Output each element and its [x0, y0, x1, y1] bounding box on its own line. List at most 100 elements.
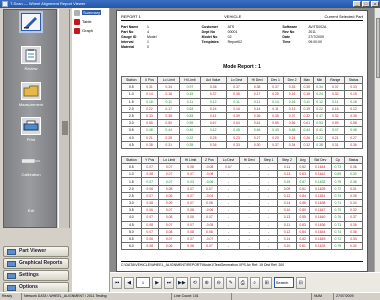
- tool-edit[interactable]: [8, 13, 54, 33]
- table-cell: -: [238, 198, 260, 208]
- table-cell: 0.12: [199, 97, 227, 106]
- panel-splitter[interactable]: [58, 9, 70, 228]
- next-page-button[interactable]: ▶: [152, 276, 162, 289]
- settings-icon: [7, 273, 16, 279]
- options-button[interactable]: ⊟: [295, 276, 306, 289]
- table-cell: 0.09: [157, 198, 181, 208]
- column-header: Y Pos: [140, 155, 159, 165]
- table-cell: 0.74: [330, 191, 345, 201]
- minimize-button[interactable]: _: [353, 1, 361, 7]
- maximize-button[interactable]: □: [362, 1, 370, 7]
- page-number-input[interactable]: 1: [136, 277, 150, 288]
- table-cell: 0.67: [199, 119, 227, 128]
- table-cell: 0.06: [157, 242, 181, 251]
- tool-measurement[interactable]: Measurement: [8, 82, 54, 107]
- table-cell: -: [258, 170, 279, 179]
- table-row: 4.5 0.08 0.07 0.07 -0.05- - -0.11 0.83 0.1636 0.7…: [121, 220, 364, 229]
- table-cell: 0.41: [199, 111, 227, 121]
- table-cell: 0.35: [266, 111, 285, 121]
- table-cell: 0.72: [330, 234, 345, 244]
- table-cell: 1.0: [121, 170, 142, 179]
- tool-review[interactable]: Review: [8, 46, 54, 71]
- close-button[interactable]: x: [371, 1, 379, 7]
- play-button[interactable]: ▶▶: [176, 276, 188, 289]
- scroll-thumb[interactable]: [376, 18, 380, 78]
- column-header: Lo Devi: [225, 75, 248, 85]
- table-cell: 0.13: [277, 213, 297, 222]
- table-cell: 0.08: [157, 213, 181, 222]
- table-cell: 0.32: [299, 111, 314, 121]
- table-cell: 0.11: [225, 97, 248, 106]
- table-cell: 0.81: [295, 242, 310, 251]
- column-header: Cp: [330, 155, 345, 165]
- column-header: Range: [325, 75, 345, 85]
- nav-settings[interactable]: Settings: [3, 270, 69, 281]
- tree-item-table[interactable]: Table: [72, 17, 109, 26]
- table-cell: 0.86: [295, 198, 310, 208]
- table-cell: 4.0: [120, 133, 142, 142]
- table-cell: 0.23: [225, 133, 248, 142]
- table-cell: 0.07: [179, 234, 202, 244]
- tree-item-summary[interactable]: Summary: [72, 8, 109, 17]
- table-cell: 0.26: [299, 133, 314, 142]
- table-row: 5.5 0.06 0.07 0.07 -0.07- - -0.14 0.82 0.1649 0.7…: [121, 234, 364, 244]
- measurement-table-1: Station X Pos Lo Limit Hi Limit Act Value Lo …: [120, 75, 363, 149]
- table-cell: 1.5: [120, 97, 142, 106]
- table-cell: 0.85: [295, 213, 310, 222]
- status-empty: [232, 293, 312, 300]
- prev-page-button[interactable]: ◀: [124, 276, 134, 289]
- table-cell: 0.36: [246, 111, 268, 121]
- table-cell: 0.36: [199, 140, 227, 149]
- table-cell: 0.07: [200, 242, 219, 251]
- column-header: Std Dev: [308, 155, 332, 165]
- table-cell: 0.73: [330, 163, 345, 172]
- graph-icon: [74, 27, 80, 34]
- table-cell: 0.32: [325, 111, 345, 121]
- table-cell: 0.72: [330, 184, 345, 193]
- table-icon: [74, 18, 80, 25]
- splitter-grip[interactable]: [62, 121, 68, 135]
- info-key: [282, 45, 308, 50]
- table-cell: 0.84: [295, 191, 310, 201]
- table-cell: 0.08: [179, 163, 202, 172]
- first-page-button[interactable]: ⏮: [112, 276, 122, 289]
- table-cell: 1.0: [120, 90, 142, 99]
- table-cell: -: [258, 206, 279, 215]
- table-cell: 0.12: [344, 104, 363, 113]
- table-cell: 0.31: [325, 140, 345, 149]
- tool-calibration[interactable]: Calibration: [8, 152, 54, 177]
- edit-button[interactable]: ✎: [225, 276, 236, 289]
- table-cell: 0.1647: [308, 206, 332, 215]
- tool-exit[interactable]: Exit: [8, 188, 54, 213]
- tool-label: Review: [24, 66, 38, 71]
- table-cell: -: [217, 213, 240, 222]
- tool-print[interactable]: Print: [8, 117, 54, 142]
- table-cell: 0.07: [157, 163, 181, 172]
- table-cell: 6.0: [121, 242, 142, 251]
- table-cell: -: [238, 177, 260, 186]
- options-icon: [7, 285, 16, 291]
- table-cell: 0.97: [179, 83, 201, 92]
- zoom-out-button[interactable]: ⊖: [213, 276, 224, 289]
- nav-part-viewer[interactable]: Part Viewer: [3, 246, 69, 257]
- print-button[interactable]: ⎙: [237, 276, 248, 289]
- table-cell: 0.34: [343, 242, 364, 251]
- folder-icon: [21, 82, 41, 100]
- vertical-scrollbar[interactable]: [374, 8, 380, 272]
- table-cell: 0.12: [277, 227, 297, 236]
- table-cell: 0.13: [277, 170, 297, 179]
- search-input[interactable]: Search: [273, 277, 294, 288]
- tree-item-graph[interactable]: Graph: [72, 26, 109, 35]
- find-button[interactable]: ⌕: [249, 276, 260, 289]
- report-page: REPORT 1 VEHICLE Current Selected Part P…: [116, 10, 368, 272]
- last-page-button[interactable]: ⏭: [164, 276, 174, 289]
- layout-button[interactable]: ⊞: [261, 276, 272, 289]
- refresh-button[interactable]: ⟲: [189, 276, 200, 289]
- table-cell: 0.63: [179, 104, 201, 113]
- table-cell: -: [258, 227, 279, 236]
- table-cell: 0.08: [179, 206, 202, 215]
- table-cell: 0.48: [283, 126, 301, 135]
- nav-graphical-reports[interactable]: Graphical Reports: [3, 258, 69, 269]
- table-cell: 0.07: [179, 191, 202, 201]
- zoom-in-button[interactable]: ⊕: [201, 276, 212, 289]
